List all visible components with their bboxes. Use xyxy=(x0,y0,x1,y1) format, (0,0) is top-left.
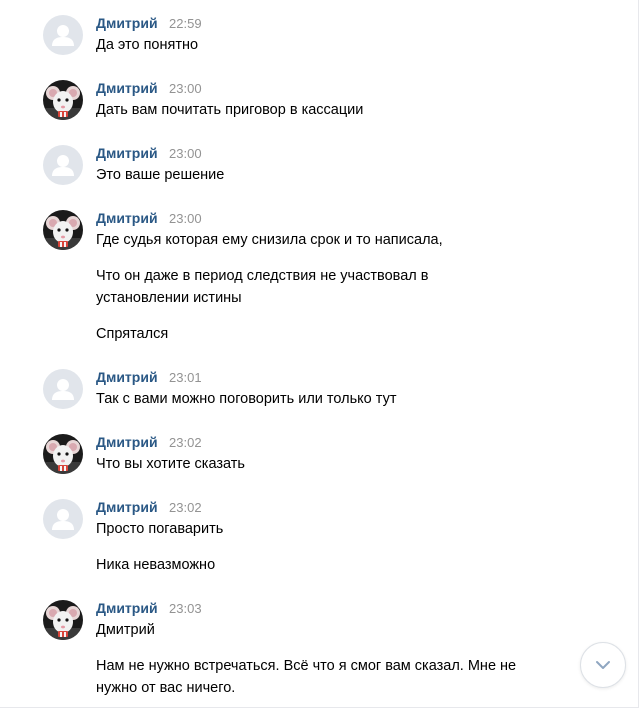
message-group: Дмитрий 23:02 Что вы хотите сказать xyxy=(0,434,600,479)
message-group: Дмитрий 22:59 Да это понятно xyxy=(0,15,600,60)
default-user-avatar-icon xyxy=(43,369,83,409)
author-name[interactable]: Дмитрий xyxy=(96,145,158,161)
rat-photo-avatar-icon xyxy=(43,210,83,250)
default-user-avatar-icon xyxy=(43,145,83,185)
avatar[interactable] xyxy=(43,434,83,474)
message-time[interactable]: 23:00 xyxy=(169,211,202,226)
message-text: Просто погаварить xyxy=(96,521,224,537)
message-text: Это ваше решение xyxy=(96,167,225,183)
message-group: Дмитрий 23:02 Просто погаварить Ника нев… xyxy=(0,499,600,579)
message-time[interactable]: 22:59 xyxy=(169,16,202,31)
message-group: Дмитрий 23:03 Дмитрий Нам не нужно встре… xyxy=(0,600,600,700)
message-text: Где судья которая ему снизила срок и то … xyxy=(96,232,443,248)
author-name[interactable]: Дмитрий xyxy=(96,434,158,450)
avatar[interactable] xyxy=(43,369,83,409)
chat-history-panel: Дмитрий 22:59 Да это понятно Дмитрий 23:… xyxy=(0,0,639,708)
avatar[interactable] xyxy=(43,499,83,539)
message-text: Дать вам почитать приговор в кассации xyxy=(96,102,364,118)
message-header: Дмитрий 23:02 xyxy=(96,434,202,454)
author-name[interactable]: Дмитрий xyxy=(96,369,158,385)
message-group: Дмитрий 23:01 Так с вами можно поговорит… xyxy=(0,369,600,414)
author-name[interactable]: Дмитрий xyxy=(96,80,158,96)
message-header: Дмитрий 22:59 xyxy=(96,15,202,35)
message-text: установлении истины xyxy=(96,290,242,306)
message-header: Дмитрий 23:00 xyxy=(96,145,202,165)
message-text: Так с вами можно поговорить или только т… xyxy=(96,391,397,407)
message-text: Нам не нужно встречаться. Всё что я смог… xyxy=(96,658,517,674)
message-text: Спрятался xyxy=(96,326,169,342)
author-name[interactable]: Дмитрий xyxy=(96,210,158,226)
message-text: Дмитрий xyxy=(96,622,155,638)
message-header: Дмитрий 23:02 xyxy=(96,499,202,519)
rat-photo-avatar-icon xyxy=(43,600,83,640)
avatar[interactable] xyxy=(43,210,83,250)
avatar[interactable] xyxy=(43,80,83,120)
author-name[interactable]: Дмитрий xyxy=(96,499,158,515)
message-header: Дмитрий 23:01 xyxy=(96,369,202,389)
message-time[interactable]: 23:02 xyxy=(169,500,202,515)
author-name[interactable]: Дмитрий xyxy=(96,15,158,31)
message-time[interactable]: 23:00 xyxy=(169,146,202,161)
scroll-to-bottom-button[interactable] xyxy=(580,642,626,688)
rat-photo-avatar-icon xyxy=(43,80,83,120)
default-user-avatar-icon xyxy=(43,499,83,539)
message-header: Дмитрий 23:03 xyxy=(96,600,202,620)
default-user-avatar-icon xyxy=(43,15,83,55)
message-header: Дмитрий 23:00 xyxy=(96,80,202,100)
message-time[interactable]: 23:01 xyxy=(169,370,202,385)
rat-photo-avatar-icon xyxy=(43,434,83,474)
avatar[interactable] xyxy=(43,600,83,640)
message-time[interactable]: 23:00 xyxy=(169,81,202,96)
avatar[interactable] xyxy=(43,145,83,185)
message-group: Дмитрий 23:00 Дать вам почитать приговор… xyxy=(0,80,600,125)
message-text: Что вы хотите сказать xyxy=(96,456,245,472)
message-time[interactable]: 23:02 xyxy=(169,435,202,450)
message-group: Дмитрий 23:00 Где судья которая ему сниз… xyxy=(0,210,600,350)
message-header: Дмитрий 23:00 xyxy=(96,210,202,230)
message-text: нужно от вас ничего. xyxy=(96,680,236,696)
author-name[interactable]: Дмитрий xyxy=(96,600,158,616)
message-time[interactable]: 23:03 xyxy=(169,601,202,616)
avatar[interactable] xyxy=(43,15,83,55)
message-text: Да это понятно xyxy=(96,37,199,53)
message-text: Ника невазможно xyxy=(96,557,216,573)
message-text: Что он даже в период следствия не участв… xyxy=(96,268,429,284)
chevron-down-icon xyxy=(596,661,610,669)
message-group: Дмитрий 23:00 Это ваше решение xyxy=(0,145,600,190)
